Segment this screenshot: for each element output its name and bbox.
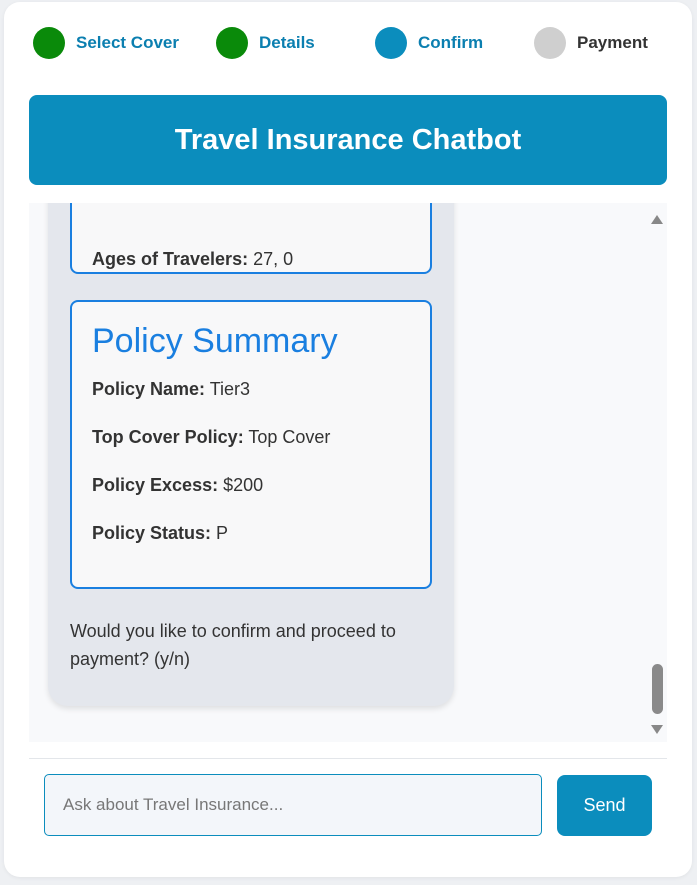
- confirm-question-text: Would you like to confirm and proceed to…: [70, 621, 396, 669]
- page-title: Travel Insurance Chatbot: [174, 123, 522, 156]
- step-confirm: Confirm: [375, 27, 483, 59]
- policy-summary-card: Policy Summary Policy Name: Tier3 Top Co…: [70, 300, 432, 589]
- top-cover-policy-row: Top Cover Policy: Top Cover: [92, 427, 330, 448]
- field-value: 27, 0: [248, 249, 294, 269]
- field-label: Ages of Travelers:: [92, 249, 249, 269]
- policy-status-row: Policy Status: P: [92, 523, 228, 544]
- step-select-cover: Select Cover: [33, 27, 179, 59]
- chatbot-header: Travel Insurance Chatbot: [29, 95, 667, 185]
- policy-name-row: Policy Name: Tier3: [92, 379, 250, 400]
- step-label: Confirm: [418, 33, 484, 52]
- step-complete-dot-icon: [216, 27, 248, 59]
- input-divider: [29, 758, 667, 759]
- field-value: Top Cover: [243, 427, 331, 447]
- progress-stepper: Select Cover Details Confirm Payment: [4, 2, 692, 82]
- step-payment: Payment: [534, 27, 648, 59]
- scrollbar-thumb[interactable]: [652, 664, 663, 714]
- field-value: P: [211, 523, 229, 543]
- field-label: Policy Name:: [92, 379, 206, 399]
- scroll-down-arrow-icon[interactable]: [651, 725, 663, 734]
- chat-messages-area[interactable]: Ages of Travelers: 27, 0 Policy Summary …: [29, 203, 667, 742]
- scroll-up-arrow-icon[interactable]: [651, 215, 663, 224]
- step-details: Details: [216, 27, 315, 59]
- chat-message-input[interactable]: [44, 774, 542, 836]
- policy-summary-title: Policy Summary: [92, 322, 338, 360]
- step-complete-dot-icon: [33, 27, 65, 59]
- send-button[interactable]: Send: [557, 775, 652, 836]
- step-pending-dot-icon: [534, 27, 566, 59]
- field-label: Policy Excess:: [92, 475, 219, 495]
- step-active-dot-icon: [375, 27, 407, 59]
- field-label: Top Cover Policy:: [92, 427, 244, 447]
- chatbot-app: Select Cover Details Confirm Payment Tra…: [4, 2, 692, 877]
- field-value: Tier3: [205, 379, 251, 399]
- bot-message-bubble: Ages of Travelers: 27, 0 Policy Summary …: [48, 203, 454, 706]
- field-value: $200: [218, 475, 264, 495]
- step-label: Payment: [577, 33, 648, 52]
- ages-of-travelers-row: Ages of Travelers: 27, 0: [92, 249, 293, 270]
- step-label: Select Cover: [76, 33, 179, 52]
- step-label: Details: [259, 33, 315, 52]
- field-label: Policy Status:: [92, 523, 212, 543]
- policy-excess-row: Policy Excess: $200: [92, 475, 263, 496]
- travelers-card: Ages of Travelers: 27, 0: [70, 203, 432, 274]
